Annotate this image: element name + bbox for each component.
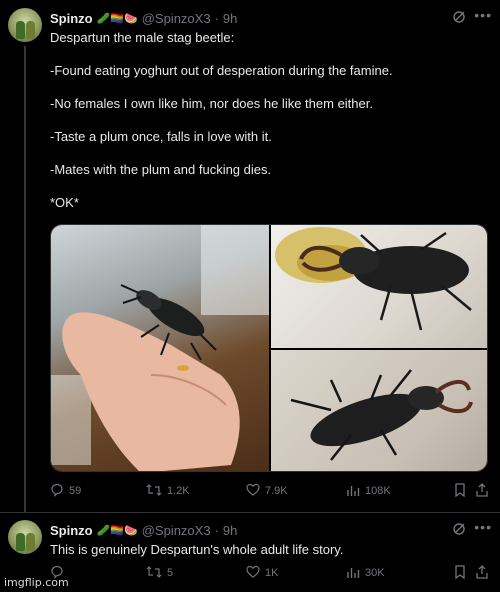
views-icon: [346, 483, 360, 500]
reply-button[interactable]: 59: [50, 483, 146, 500]
tweet-text: This is genuinely Despartun's whole adul…: [50, 542, 490, 557]
tweet-reply[interactable]: Spinzo 🥒🏳️‍🌈🍉 @SpinzoX3 · 9h ••• This is…: [0, 512, 500, 592]
avatar[interactable]: [8, 8, 42, 42]
tweet-header: Spinzo 🥒🏳️‍🌈🍉 @SpinzoX3 · 9h: [50, 521, 460, 539]
avatar[interactable]: [8, 520, 42, 554]
like-button[interactable]: 1K: [246, 565, 346, 582]
author-handle[interactable]: @SpinzoX3: [142, 11, 211, 26]
tweet-line: -Found eating yoghurt out of desperation…: [50, 63, 393, 78]
tweet-header: Spinzo 🥒🏳️‍🌈🍉 @SpinzoX3 · 9h: [50, 9, 460, 27]
share-icon[interactable]: [476, 564, 488, 582]
watermark: imgflip.com: [4, 576, 69, 589]
photo-beetle-on-plum[interactable]: [271, 225, 487, 348]
views-count: 30K: [365, 567, 385, 579]
action-bar: 5 1K 30K: [50, 564, 492, 582]
timestamp[interactable]: 9h: [223, 523, 237, 538]
repost-button[interactable]: 1.2K: [146, 483, 246, 500]
tweet-line: This is genuinely Despartun's whole adul…: [50, 542, 344, 557]
thread-connector: [24, 46, 26, 512]
tweet-divider: [0, 512, 500, 513]
views-icon: [346, 565, 360, 582]
tweet-line: Despartun the male stag beetle:: [50, 30, 235, 45]
separator-dot: ·: [214, 10, 219, 26]
repost-count: 1.2K: [167, 485, 190, 497]
repost-count: 5: [167, 567, 174, 579]
tweet-line: -No females I own like him, nor does he …: [50, 96, 373, 111]
author-emoji: 🥒🏳️‍🌈🍉: [96, 12, 138, 25]
author-name[interactable]: Spinzo: [50, 523, 93, 538]
grok-icon[interactable]: [452, 522, 466, 541]
repost-icon: [146, 565, 162, 582]
author-handle[interactable]: @SpinzoX3: [142, 523, 211, 538]
like-count: 7.9K: [265, 485, 288, 497]
author-name[interactable]: Spinzo: [50, 11, 93, 26]
reply-icon: [50, 483, 64, 500]
separator-dot: ·: [214, 522, 219, 538]
like-icon: [246, 565, 260, 582]
more-icon[interactable]: •••: [474, 520, 492, 534]
tweet-line: -Taste a plum once, falls in love with i…: [50, 129, 272, 144]
like-icon: [246, 483, 260, 500]
more-icon[interactable]: •••: [474, 8, 492, 22]
tweet-main[interactable]: Spinzo 🥒🏳️‍🌈🍉 @SpinzoX3 · 9h ••• Despart…: [0, 0, 500, 512]
repost-icon: [146, 483, 162, 500]
action-bar: 59 1.2K 7.9K 108K: [50, 482, 492, 500]
tweet-line: *OK*: [50, 195, 79, 210]
grok-icon[interactable]: [452, 10, 466, 29]
photo-beetle-dead[interactable]: [271, 350, 487, 471]
reply-count: 59: [69, 485, 82, 497]
views-count: 108K: [365, 485, 391, 497]
author-emoji: 🥒🏳️‍🌈🍉: [96, 524, 138, 537]
views-button[interactable]: 108K: [346, 483, 450, 500]
views-button[interactable]: 30K: [346, 565, 450, 582]
bookmark-icon[interactable]: [454, 564, 466, 582]
tweet-text: Despartun the male stag beetle: -Found e…: [50, 30, 490, 210]
timestamp[interactable]: 9h: [223, 11, 237, 26]
repost-button[interactable]: 5: [146, 565, 246, 582]
tweet-line: -Mates with the plum and fucking dies.: [50, 162, 272, 177]
like-count: 1K: [265, 567, 279, 579]
like-button[interactable]: 7.9K: [246, 483, 346, 500]
media-grid[interactable]: [50, 224, 488, 472]
photo-beetle-on-hand[interactable]: [51, 225, 269, 471]
share-icon[interactable]: [476, 482, 488, 500]
bookmark-icon[interactable]: [454, 482, 466, 500]
